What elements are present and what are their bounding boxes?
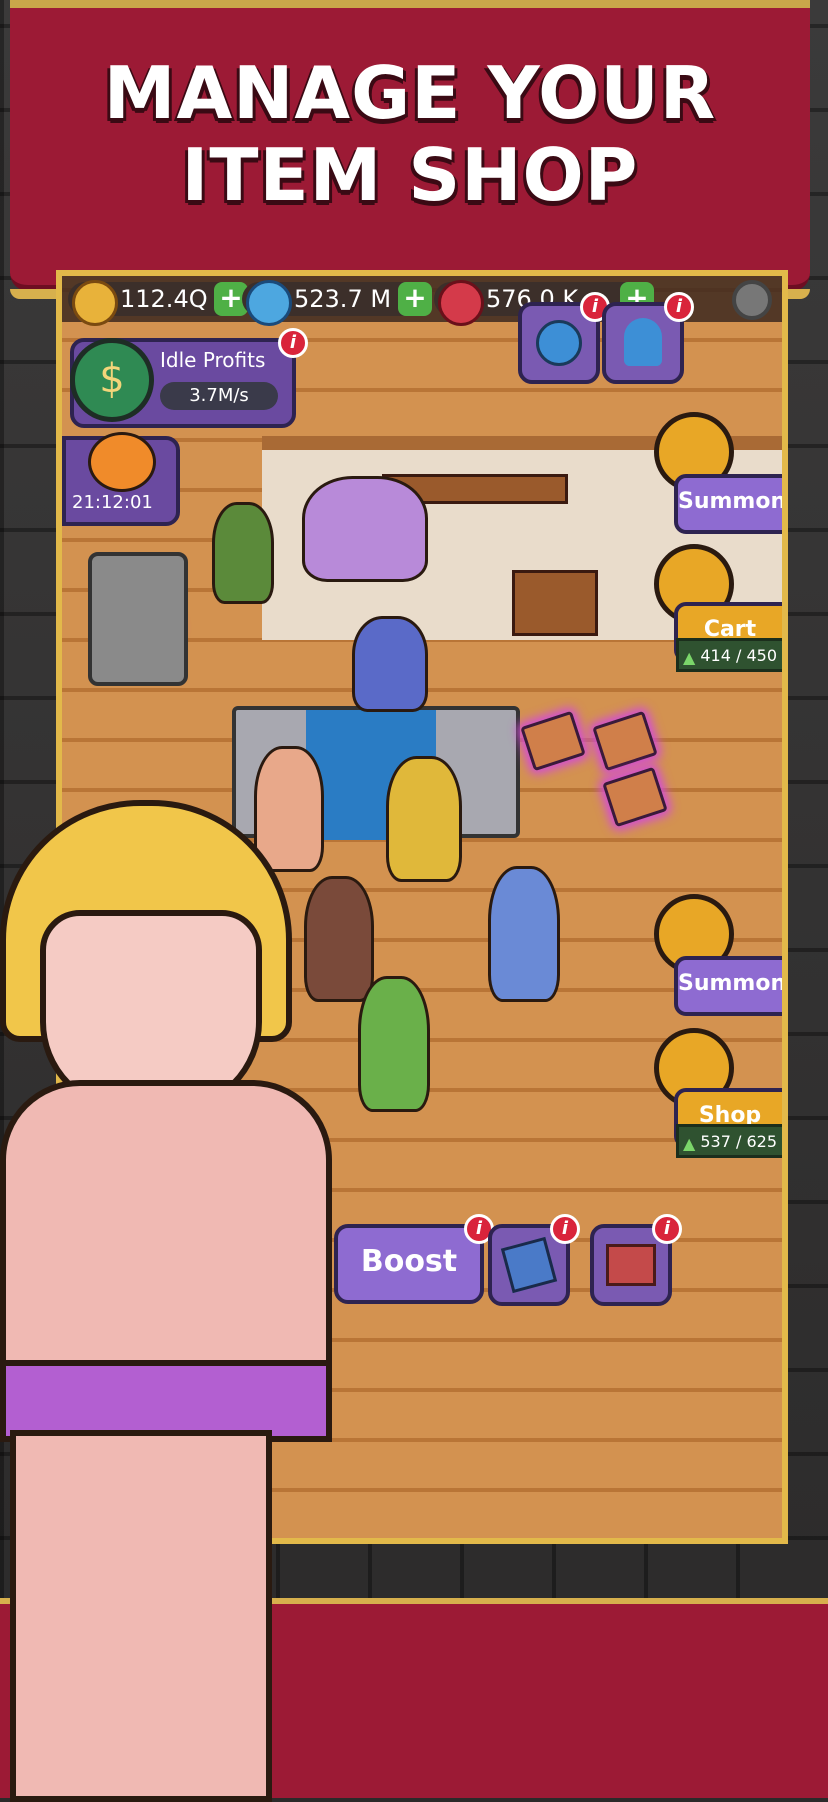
coin-icon — [72, 280, 118, 326]
orc-customer[interactable] — [358, 976, 430, 1112]
gear-icon[interactable] — [732, 280, 772, 320]
weapon-rack — [512, 570, 598, 636]
title-banner: MANAGE YOUR ITEM SHOP — [10, 0, 810, 299]
book-icon — [500, 1236, 558, 1294]
market-stall-icon — [606, 1244, 656, 1286]
promo-title: MANAGE YOUR ITEM SHOP — [10, 52, 810, 216]
gem-value: 523.7 M — [294, 285, 392, 313]
globe-icon — [536, 320, 582, 366]
wizard-shopkeeper[interactable] — [352, 616, 428, 712]
barbarian-legs — [10, 1430, 272, 1802]
title-line-2: ITEM SHOP — [181, 133, 639, 217]
cart-capacity: ▲ 414 / 450 — [676, 638, 782, 672]
knight-customer[interactable] — [386, 756, 462, 882]
summon-button-top[interactable]: Summon — [674, 474, 782, 534]
idle-profits-label: Idle Profits — [160, 348, 266, 372]
gem-icon — [246, 280, 292, 326]
sorceress-customer[interactable] — [488, 866, 560, 1002]
add-gems-button[interactable]: + — [398, 282, 432, 316]
coin-counter[interactable]: 112.4Q + — [68, 280, 248, 326]
up-arrow-icon: ▲ — [683, 1134, 696, 1153]
shop-capacity-value: 537 / 625 — [700, 1132, 777, 1151]
barbarian-mascot — [0, 800, 332, 1802]
info-icon[interactable]: i — [652, 1214, 682, 1244]
recipe-book-button[interactable]: i — [488, 1214, 580, 1306]
info-icon[interactable]: i — [664, 292, 694, 322]
cart-capacity-value: 414 / 450 — [700, 646, 777, 665]
market-stall-button[interactable]: i — [590, 1214, 682, 1306]
idle-profits-value: 3.7M/s — [160, 382, 278, 410]
title-line-1: MANAGE YOUR — [103, 51, 717, 135]
item-elevator[interactable] — [88, 552, 188, 686]
person-icon — [624, 318, 662, 366]
event-timer-value: 21:12:01 — [72, 492, 153, 513]
profile-button[interactable]: i — [602, 292, 694, 384]
summon-button-bottom[interactable]: Summon — [674, 956, 782, 1016]
boost-button[interactable]: Boost i — [334, 1214, 494, 1304]
profits-icon: $ — [70, 338, 154, 422]
boost-label: Boost — [360, 1244, 458, 1279]
cat-icon — [88, 432, 156, 492]
idle-profits-panel[interactable]: $ Idle Profits 3.7M/s i — [70, 328, 308, 428]
gem-counter[interactable]: 523.7 M + — [242, 280, 432, 326]
ruby-icon — [438, 280, 484, 326]
info-icon[interactable]: i — [550, 1214, 580, 1244]
shop-capacity: ▲ 537 / 625 — [676, 1124, 782, 1158]
up-arrow-icon: ▲ — [683, 648, 696, 667]
coin-value: 112.4Q — [120, 285, 208, 313]
elf-customer[interactable] — [212, 502, 274, 604]
beholder-monster[interactable] — [302, 476, 428, 582]
info-icon[interactable]: i — [278, 328, 308, 358]
world-map-button[interactable]: i — [518, 292, 610, 384]
event-timer[interactable]: 21:12:01 — [62, 432, 180, 526]
